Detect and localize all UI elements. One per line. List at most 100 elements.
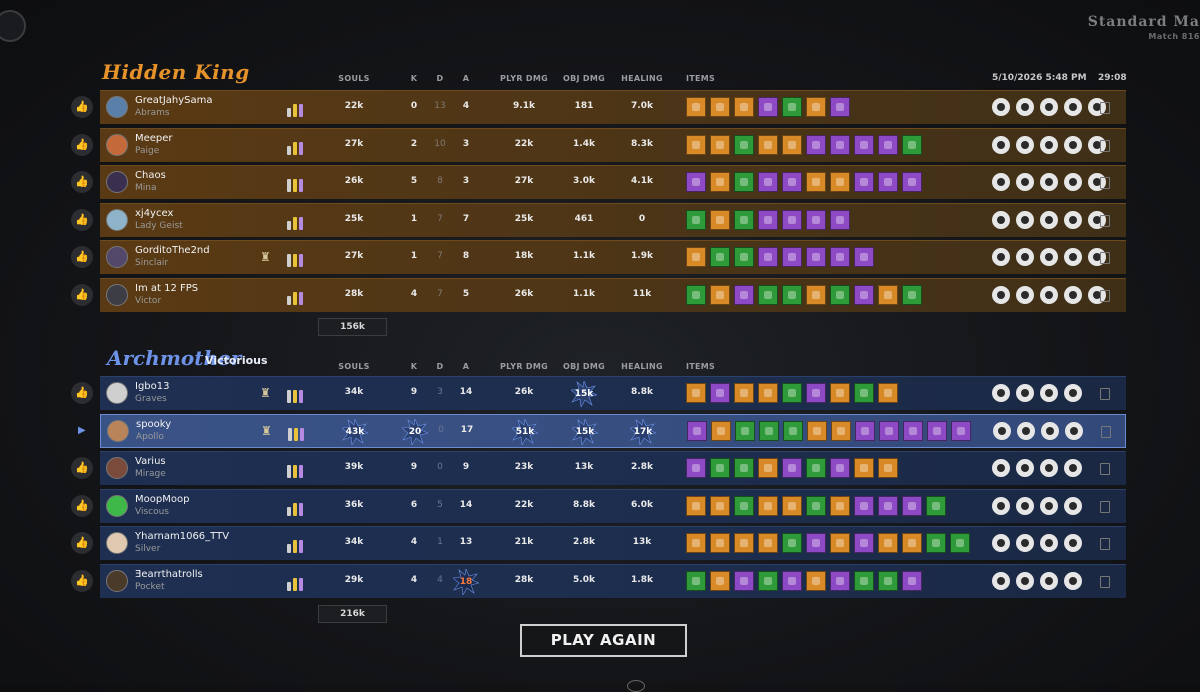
item-icon[interactable] <box>710 172 730 192</box>
item-icon[interactable] <box>830 135 850 155</box>
item-icon[interactable] <box>734 533 754 553</box>
item-icon[interactable] <box>806 285 826 305</box>
ability-icon[interactable] <box>992 497 1010 515</box>
ability-icon[interactable] <box>1016 211 1034 229</box>
player-name[interactable]: spooky <box>136 419 171 430</box>
copy-icon[interactable] <box>1100 290 1110 302</box>
item-icon[interactable] <box>878 135 898 155</box>
ability-icon[interactable] <box>1041 422 1059 440</box>
item-icon[interactable] <box>878 172 898 192</box>
item-icon[interactable] <box>758 383 778 403</box>
copy-icon[interactable] <box>1100 463 1110 475</box>
ability-icon[interactable] <box>1064 534 1082 552</box>
item-icon[interactable] <box>686 496 706 516</box>
player-row[interactable]: Chaos Mina 26k 5 8 3 27k 3.0k 4.1k <box>100 165 1126 199</box>
item-icon[interactable] <box>710 247 730 267</box>
copy-icon[interactable] <box>1100 388 1110 400</box>
ability-icon[interactable] <box>1016 286 1034 304</box>
thumbs-up-icon[interactable]: 👍 <box>71 570 93 592</box>
ability-icon[interactable] <box>1064 286 1082 304</box>
ability-icon[interactable] <box>1016 173 1034 191</box>
item-icon[interactable] <box>854 135 874 155</box>
item-icon[interactable] <box>782 135 802 155</box>
item-icon[interactable] <box>878 383 898 403</box>
item-icon[interactable] <box>711 421 731 441</box>
item-icon[interactable] <box>854 571 874 591</box>
ability-icon[interactable] <box>1064 98 1082 116</box>
item-icon[interactable] <box>806 496 826 516</box>
player-row[interactable]: Varius Mirage 39k 9 0 9 23k 13k 2.8k <box>100 451 1126 485</box>
ability-icon[interactable] <box>992 384 1010 402</box>
item-icon[interactable] <box>902 533 922 553</box>
item-icon[interactable] <box>806 533 826 553</box>
item-icon[interactable] <box>782 172 802 192</box>
item-icon[interactable] <box>686 571 706 591</box>
item-icon[interactable] <box>879 421 899 441</box>
item-icon[interactable] <box>758 571 778 591</box>
item-icon[interactable] <box>758 496 778 516</box>
item-icon[interactable] <box>710 135 730 155</box>
ability-icon[interactable] <box>1040 534 1058 552</box>
player-name[interactable]: Yharnam1066_TTV <box>135 531 229 542</box>
item-icon[interactable] <box>782 571 802 591</box>
player-name[interactable]: Chaos <box>135 170 166 181</box>
thumbs-up-icon[interactable]: 👍 <box>71 171 93 193</box>
item-icon[interactable] <box>854 458 874 478</box>
thumbs-up-icon[interactable]: 👍 <box>71 209 93 231</box>
item-icon[interactable] <box>830 458 850 478</box>
ability-icon[interactable] <box>992 136 1010 154</box>
item-icon[interactable] <box>926 496 946 516</box>
ability-icon[interactable] <box>1064 572 1082 590</box>
thumbs-up-icon[interactable]: 👍 <box>71 532 93 554</box>
copy-icon[interactable] <box>1100 140 1110 152</box>
item-icon[interactable] <box>902 135 922 155</box>
player-name[interactable]: Ǝearrthatrolls <box>135 569 203 580</box>
ability-icon[interactable] <box>1017 422 1035 440</box>
player-row[interactable]: Yharnam1066_TTV Silver 34k 4 1 13 21k 2.8k 13k <box>100 526 1126 560</box>
item-icon[interactable] <box>686 97 706 117</box>
thumbs-up-icon[interactable]: 👍 <box>71 382 93 404</box>
copy-icon[interactable] <box>1100 177 1110 189</box>
item-icon[interactable] <box>782 285 802 305</box>
item-icon[interactable] <box>902 285 922 305</box>
ability-icon[interactable] <box>1016 98 1034 116</box>
item-icon[interactable] <box>686 210 706 230</box>
item-icon[interactable] <box>854 247 874 267</box>
item-icon[interactable] <box>782 97 802 117</box>
player-row[interactable]: Ǝearrthatrolls Pocket 29k 4 4 18 28k 5.0k 1.8k <box>100 564 1126 598</box>
item-icon[interactable] <box>854 533 874 553</box>
item-icon[interactable] <box>830 533 850 553</box>
item-icon[interactable] <box>734 210 754 230</box>
play-again-button[interactable]: PLAY AGAIN <box>520 624 687 657</box>
item-icon[interactable] <box>734 496 754 516</box>
item-icon[interactable] <box>806 247 826 267</box>
item-icon[interactable] <box>782 383 802 403</box>
item-icon[interactable] <box>902 172 922 192</box>
player-row[interactable]: GreatJahySama Abrams 22k 0 13 4 9.1k 181 7.0k <box>100 90 1126 124</box>
item-icon[interactable] <box>735 421 755 441</box>
item-icon[interactable] <box>758 458 778 478</box>
ability-icon[interactable] <box>1040 572 1058 590</box>
item-icon[interactable] <box>710 458 730 478</box>
item-icon[interactable] <box>710 285 730 305</box>
ability-icon[interactable] <box>1064 136 1082 154</box>
ability-icon[interactable] <box>1064 173 1082 191</box>
ability-icon[interactable] <box>1064 248 1082 266</box>
item-icon[interactable] <box>830 97 850 117</box>
item-icon[interactable] <box>758 247 778 267</box>
item-icon[interactable] <box>686 247 706 267</box>
item-icon[interactable] <box>830 571 850 591</box>
item-icon[interactable] <box>686 172 706 192</box>
item-icon[interactable] <box>806 210 826 230</box>
player-name[interactable]: xj4ycex <box>135 208 173 219</box>
item-icon[interactable] <box>806 571 826 591</box>
item-icon[interactable] <box>686 383 706 403</box>
copy-icon[interactable] <box>1100 538 1110 550</box>
item-icon[interactable] <box>734 247 754 267</box>
thumbs-up-icon[interactable]: 👍 <box>71 246 93 268</box>
item-icon[interactable] <box>782 247 802 267</box>
ability-icon[interactable] <box>1016 534 1034 552</box>
player-row[interactable]: spooky Apollo ♜ 43k 20 0 17 51k 15k 17k <box>100 414 1126 448</box>
thumbs-up-icon[interactable]: 👍 <box>71 134 93 156</box>
thumbs-up-icon[interactable]: 👍 <box>71 457 93 479</box>
